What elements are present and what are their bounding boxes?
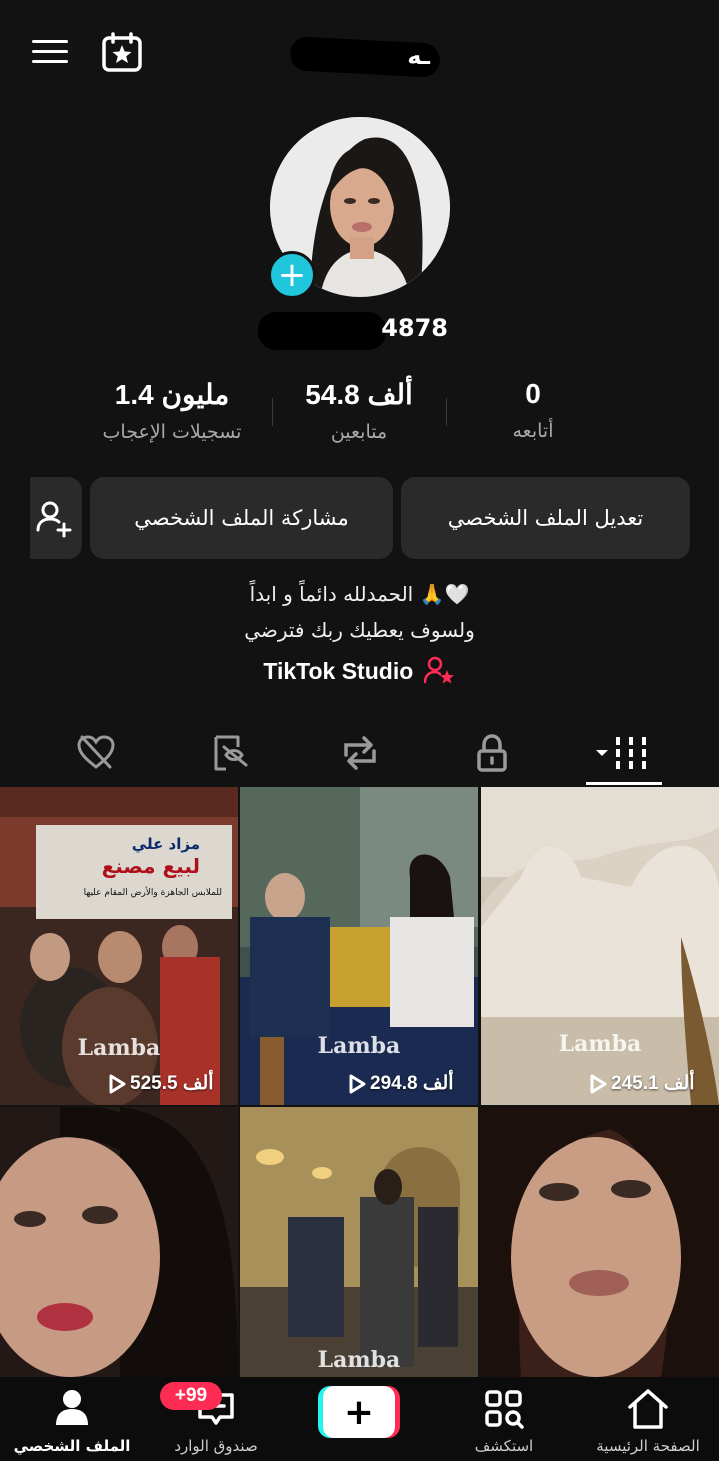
username-title[interactable]: ـه [289,36,460,88]
likes-count: 1.4 مليون [114,379,230,410]
videos-grid-icon [596,737,646,769]
video-frame [0,1107,238,1377]
bio-line-2: ولسوف يعطيك ربك فترضي [244,618,475,642]
inbox-badge: +99 [160,1382,222,1410]
person-plus-icon [36,501,72,538]
discover-grid-icon [485,1390,524,1429]
tab-videos[interactable] [590,728,654,778]
profile-stats: 1.4 مليون تسجيلات الإعجاب 54.8 ألف متابع… [80,378,640,458]
video-thumbnail[interactable] [0,1107,238,1377]
profile-avatar[interactable]: + [268,117,450,299]
home-icon [628,1389,668,1429]
hamburger-icon [30,40,70,63]
video-thumbnail[interactable]: مزاد علي لبيع مصنع للملابس الجاهزة والأر… [0,787,238,1105]
video-frame [481,787,719,1105]
nav-discover[interactable]: استكشف [434,1385,574,1461]
banner-text: لبيع مصنع [102,854,200,878]
view-count: 245.1 ألف [589,1072,695,1095]
menu-button[interactable] [30,36,70,70]
play-icon [590,1074,607,1093]
handle-suffix: 4878 [381,314,448,342]
following-label: أتابعه [512,420,554,442]
nav-profile[interactable]: الملف الشخصي [2,1385,142,1461]
video-thumbnail[interactable]: Lamba 245.1 ألف [481,787,719,1105]
nav-home-label: الصفحة الرئيسية [596,1437,700,1455]
view-count: 294.8 ألف [348,1072,454,1095]
share-profile-button[interactable]: مشاركة الملف الشخصي [90,477,393,559]
create-plus-icon: + [323,1386,395,1438]
likes-stat[interactable]: 1.4 مليون تسجيلات الإعجاب [82,378,262,443]
create-button[interactable]: + [318,1386,400,1438]
nav-home[interactable]: الصفحة الرئيسية [578,1385,718,1461]
video-watermark: Lamba [317,1033,401,1059]
tab-reposts[interactable] [330,728,390,778]
followers-stat[interactable]: 54.8 ألف متابعين [269,378,449,443]
play-icon [349,1074,366,1093]
video-watermark: Lamba [317,1347,401,1373]
person-icon [56,1390,88,1425]
video-frame [481,1107,719,1377]
top-bar: ـه [0,0,719,110]
lock-icon [477,734,507,772]
video-watermark: Lamba [77,1035,161,1061]
following-stat[interactable]: 0 أتابعه [443,378,623,442]
view-count-text: 245.1 ألف [611,1073,695,1094]
active-tab-indicator [586,782,662,785]
following-count: 0 [525,378,541,409]
view-count-text: 294.8 ألف [370,1073,454,1094]
redaction [258,312,386,350]
tiktok-studio-link[interactable]: TikTok Studio [0,656,719,685]
add-friend-button[interactable] [30,477,82,559]
profile-handle: 4878 [258,306,458,354]
calendar-button[interactable] [100,32,144,74]
tab-private[interactable] [462,728,522,778]
video-frame [240,1107,478,1377]
tab-tagged[interactable] [200,728,260,778]
nav-discover-label: استكشف [474,1437,534,1455]
video-thumbnail[interactable] [481,1107,719,1377]
banner-text: مزاد علي [132,835,200,853]
view-count-text: 525.5 ألف [130,1073,214,1094]
video-grid: مزاد علي لبيع مصنع للملابس الجاهزة والأر… [0,787,719,1377]
banner-text: للملابس الجاهزة والأرض المقام عليها [84,886,222,898]
followers-label: متابعين [330,421,388,443]
video-thumbnail[interactable]: Lamba [240,1107,478,1377]
edit-profile-button[interactable]: تعديل الملف الشخصي [401,477,690,559]
content-tabs [0,720,719,786]
followers-count: 54.8 ألف [305,379,413,410]
calendar-star-icon [102,32,142,72]
play-icon [109,1074,126,1093]
studio-label: TikTok Studio [263,658,414,684]
nav-inbox-label: صندوق الوارد [174,1437,258,1455]
likes-label: تسجيلات الإعجاب [102,421,242,443]
bio-line-1: الحمدلله دائماً و ابداً 🙏🤍 [249,582,470,606]
video-thumbnail[interactable]: Lamba 294.8 ألف [240,787,478,1105]
profile-bio: الحمدلله دائماً و ابداً 🙏🤍 ولسوف يعطيك ر… [0,576,719,648]
video-watermark: Lamba [558,1031,642,1057]
username-suffix: ـه [407,42,430,70]
tag-hidden-icon [214,735,248,771]
nav-profile-label: الملف الشخصي [13,1437,131,1455]
tab-liked[interactable] [66,728,126,778]
repost-icon [344,736,376,770]
plus-icon: + [277,255,307,295]
view-count: 525.5 ألف [108,1072,214,1095]
add-story-button[interactable]: + [268,251,316,299]
person-star-icon [423,656,454,684]
liked-hidden-icon [77,735,115,769]
